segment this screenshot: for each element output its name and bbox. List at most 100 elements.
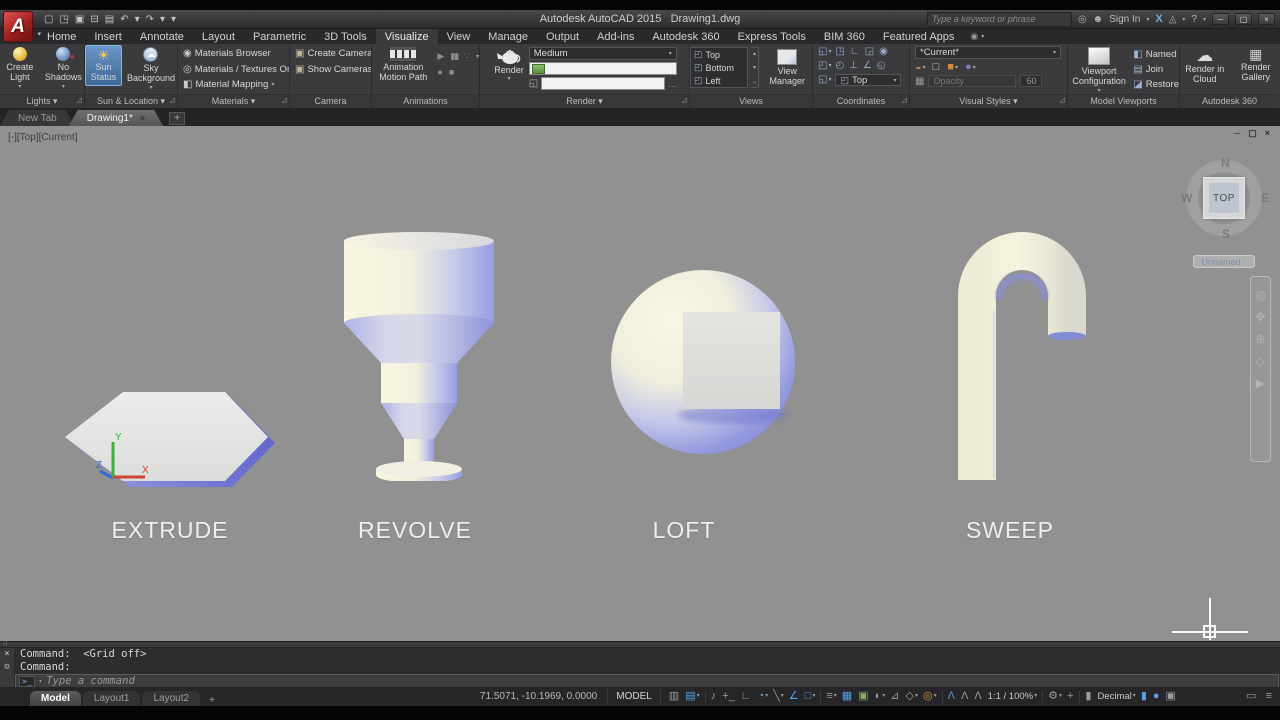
model-space-button[interactable]: MODEL [607, 689, 661, 704]
sign-in-button[interactable]: Sign In [1109, 14, 1140, 25]
close-button[interactable]: × [1258, 13, 1275, 25]
ucs-tool-icon[interactable]: ◲ [865, 46, 875, 58]
status-toggle[interactable] [941, 690, 943, 703]
view-list-item[interactable]: ◰ Top [691, 48, 747, 61]
panel-label-coordinates[interactable]: Coordinates ◿ [813, 94, 909, 108]
record-icon[interactable]: ● [437, 67, 442, 77]
doc-minimize-icon[interactable]: ─ [1234, 128, 1240, 139]
status-tool-icon[interactable]: ▭ [1246, 691, 1256, 702]
recent-commands-icon[interactable]: ▾ [39, 678, 43, 685]
pause-icon[interactable]: ▮▮ [450, 51, 459, 62]
ucs-tool-icon[interactable]: ◵ [877, 60, 887, 72]
status-toggle[interactable] [820, 690, 822, 703]
visual-style-tool-icon[interactable]: ● ▾ [965, 61, 976, 73]
steering-wheel-icon[interactable]: ◎ [1255, 289, 1265, 301]
command-input[interactable]: >_ ▾ Type a command [15, 674, 1279, 688]
status-tool-icon[interactable]: ≡ [1266, 691, 1272, 702]
named-viewports-button[interactable]: ◧ Named [1133, 47, 1179, 62]
file-tab-drawing1[interactable]: Drawing1* × [69, 110, 163, 126]
status-toggle[interactable]: ⊿ [890, 691, 900, 702]
ribbon-tab[interactable]: Output [537, 29, 588, 44]
visual-style-tool-icon[interactable]: □ [933, 61, 941, 73]
visual-style-tool-icon[interactable]: ■ ▾ [947, 61, 958, 73]
render-in-cloud-button[interactable]: ☁ Render in Cloud [1180, 45, 1230, 87]
restore-viewports-button[interactable]: ◪ Restore [1133, 77, 1179, 92]
status-toggle[interactable]: ≡ ▾ [826, 691, 836, 702]
qat-icon[interactable]: ⊟ [90, 14, 98, 25]
qat-icon[interactable]: ↷ [146, 14, 154, 25]
viewcube-top-face[interactable]: TOP [1203, 177, 1245, 219]
walk-icon[interactable]: ∵ [464, 51, 470, 62]
named-view-dropdown[interactable]: Unnamed ▾ [1193, 255, 1255, 268]
ribbon-tab[interactable]: View [438, 29, 480, 44]
status-toggle[interactable]: 1:1 / 100% ▾ [988, 691, 1037, 702]
render-output-field[interactable] [541, 77, 665, 90]
logo-dropdown-icon[interactable]: ▾ [37, 30, 41, 38]
dialog-launcher-icon[interactable]: ◿ [902, 97, 907, 105]
status-toggle[interactable]: ● [1153, 691, 1161, 702]
panel-label-camera[interactable]: Camera [290, 94, 371, 108]
status-toggle[interactable]: ▣ [858, 691, 869, 702]
panel-label-model-viewports[interactable]: Model Viewports [1068, 94, 1179, 108]
status-toggle[interactable]: Decimal ▾ [1097, 691, 1135, 702]
status-toggle[interactable]: ◐ ▾ [875, 691, 886, 702]
drawing-viewport[interactable]: [-][Top][Current] ─ ▢ × Y X Z EXTRUDE RE… [0, 126, 1280, 641]
materials-menu-item[interactable]: ◎ Materials / Textures On▾ [183, 62, 289, 77]
panel-label-sun[interactable]: Sun & Location ▾ ◿ [85, 94, 177, 108]
ribbon-tab[interactable]: Annotate [131, 29, 193, 44]
command-close-icon[interactable]: × [4, 650, 9, 659]
status-toggle[interactable] [1079, 690, 1081, 703]
exchange-apps-icon[interactable]: X [1155, 13, 1162, 25]
zoom-icon[interactable]: ⊕ [1255, 333, 1265, 345]
dialog-launcher-icon[interactable]: ◿ [170, 97, 175, 105]
status-toggle[interactable]: ▣ [1166, 691, 1177, 702]
status-toggle[interactable]: □ ▾ [805, 691, 816, 702]
ribbon-tab[interactable]: Manage [479, 29, 537, 44]
sky-background-button[interactable]: ☁ Sky Background ▾ [125, 45, 177, 94]
camera-menu-item[interactable]: ▣ Show Cameras [295, 62, 371, 77]
status-toggle[interactable]: ▤ ▾ [685, 691, 699, 702]
animation-motion-path-button[interactable]: Animation Motion Path [372, 45, 434, 85]
status-toggle[interactable]: ♪ [711, 691, 718, 702]
visual-style-tool-icon[interactable]: ◒ ▾ [915, 61, 926, 73]
panel-label-lights[interactable]: Lights ▾ ◿ [0, 94, 84, 108]
ucs-tool-icon[interactable]: ⊥ [849, 60, 859, 72]
view-list-item[interactable]: ◰ Left [691, 74, 747, 87]
search-input[interactable]: Type a keyword or phrase [926, 11, 1072, 27]
status-toggle[interactable]: ▮ [1085, 691, 1092, 702]
stop-icon[interactable]: ■ [449, 67, 454, 77]
panel-label-animations[interactable]: Animations [372, 94, 479, 108]
doc-close-icon[interactable]: × [1265, 128, 1270, 139]
qat-icon[interactable]: ▣ [75, 14, 84, 25]
ribbon-tab[interactable]: Home [38, 29, 85, 44]
search-icon[interactable]: ◎ [1078, 14, 1087, 25]
render-window-box[interactable] [528, 62, 677, 75]
ucs-tool-icon[interactable]: ∟ [850, 46, 861, 58]
ucs-tool-icon[interactable]: ◳ [835, 46, 845, 58]
status-toggle[interactable]: ◎ ▾ [923, 691, 937, 702]
viewport-controls-label[interactable]: [-][Top][Current] [8, 132, 77, 143]
restore-button[interactable]: ▢ [1235, 13, 1252, 25]
no-shadows-button[interactable]: No Shadows▾ [43, 45, 84, 93]
help-dropdown-icon[interactable]: ▾ [1203, 16, 1206, 23]
status-toggle[interactable]: ◇ ▾ [905, 691, 917, 702]
qat-icon[interactable]: ▾ [135, 14, 140, 25]
view-cube[interactable]: N W E S TOP [1181, 156, 1269, 241]
compass-east[interactable]: E [1261, 191, 1269, 205]
layout-tab[interactable]: Layout1 [82, 691, 141, 706]
ribbon-tab[interactable]: 3D Tools [315, 29, 376, 44]
compass-north[interactable]: N [1221, 156, 1230, 170]
status-toggle[interactable]: Λ [961, 691, 969, 702]
dialog-launcher-icon[interactable]: ◿ [282, 97, 287, 105]
view-manager-button[interactable]: View Manager [762, 47, 812, 89]
qat-icon[interactable]: ▾ [160, 14, 165, 25]
file-tab-new[interactable]: New Tab [0, 110, 75, 126]
showmotion-icon[interactable]: ▶ [1256, 377, 1265, 389]
status-toggle[interactable]: ▮ [1141, 691, 1148, 702]
dialog-launcher-icon[interactable]: ◿ [1060, 97, 1065, 105]
compass-south[interactable]: S [1222, 227, 1230, 241]
status-toggle[interactable]: ∠ [789, 691, 800, 702]
status-toggle[interactable]: ⚙ ▾ [1048, 691, 1062, 702]
layout-tab[interactable]: Layout2 [142, 691, 201, 706]
view-list-item[interactable]: ◰ Bottom [691, 61, 747, 74]
